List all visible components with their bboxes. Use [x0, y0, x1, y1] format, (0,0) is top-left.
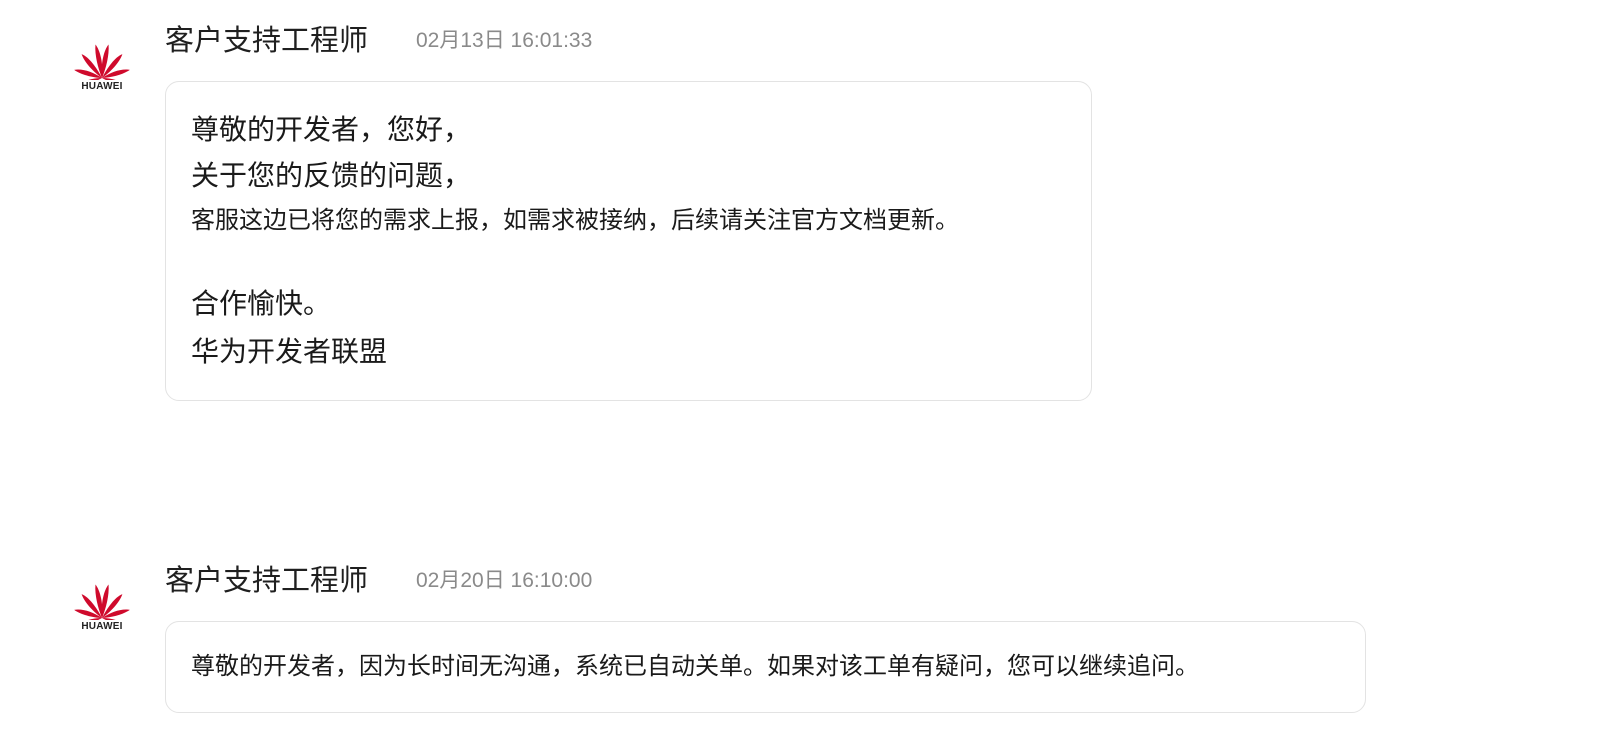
message-bubble: 尊敬的开发者，因为长时间无沟通，系统已自动关单。如果对该工单有疑问，您可以继续追… [165, 621, 1366, 713]
huawei-logo-icon [74, 584, 130, 620]
message-line: 尊敬的开发者，您好， [191, 113, 472, 146]
message-line: 华为开发者联盟 [191, 335, 388, 368]
avatar: HUAWEI [70, 32, 134, 96]
avatar-wordmark: HUAWEI [81, 81, 123, 92]
message-line: 尊敬的开发者，因为长时间无沟通，系统已自动关单。如果对该工单有疑问，您可以继续追… [191, 652, 1199, 680]
message-bubble: 尊敬的开发者，您好， 关于您的反馈的问题， 客服这边已将您的需求上报，如需求被接… [165, 81, 1092, 401]
message-line: 客服这边已将您的需求上报，如需求被接纳，后续请关注官方文档更新。 [191, 206, 959, 234]
avatar-wordmark: HUAWEI [81, 621, 123, 632]
huawei-logo-icon [74, 44, 130, 80]
message-timestamp: 02月13日 16:01:33 [416, 29, 593, 52]
sender-name: 客户支持工程师 [165, 23, 369, 57]
message-line: 关于您的反馈的问题， [191, 159, 472, 192]
ticket-conversation: HUAWEI 客户支持工程师 02月13日 16:01:33 尊敬的开发者，您好… [0, 0, 1602, 744]
message-line: 合作愉快。 [191, 287, 332, 320]
avatar: HUAWEI [70, 572, 134, 636]
sender-name: 客户支持工程师 [165, 563, 369, 597]
message-timestamp: 02月20日 16:10:00 [416, 569, 593, 592]
